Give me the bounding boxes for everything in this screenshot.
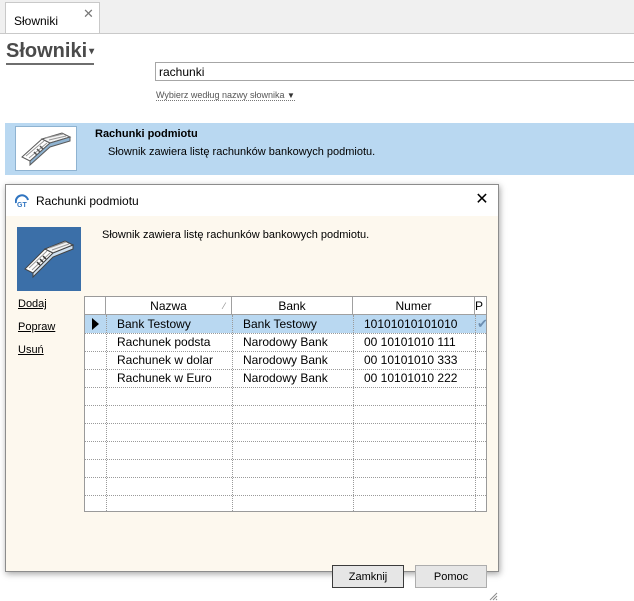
table-row[interactable]: Rachunek podsta Narodowy Bank 00 1010101… <box>85 333 486 351</box>
ledger-book-icon <box>17 227 81 291</box>
close-icon[interactable]: ✕ <box>469 188 495 212</box>
cell-bank: Narodowy Bank <box>243 371 328 385</box>
dialog-rachunki-podmiotu: GT Rachunki podmiotu ✕ Słownik zawiera l… <box>5 184 499 601</box>
cell-bank: Narodowy Bank <box>243 353 328 367</box>
search-mode-dropdown[interactable]: Wybierz według nazwy słownika ▼ <box>156 90 295 101</box>
grid-header-nazwa-label: Nazwa <box>150 299 187 313</box>
close-button[interactable]: Zamknij <box>332 565 404 588</box>
cell-bank: Bank Testowy <box>243 317 317 331</box>
edit-link[interactable]: Popraw <box>18 321 55 333</box>
chevron-down-icon: ▼ <box>287 91 295 100</box>
grid-line <box>85 495 486 496</box>
result-title: Rachunki podmiotu <box>95 128 198 140</box>
grid-line <box>85 477 486 478</box>
grid-line <box>85 387 486 388</box>
grid-line <box>353 315 354 511</box>
search-result-item[interactable]: Rachunki podmiotu Słownik zawiera listę … <box>5 123 634 175</box>
ledger-book-icon <box>15 126 77 171</box>
resize-grip-icon[interactable] <box>488 591 498 601</box>
search-mode-label: Wybierz według nazwy słownika <box>156 90 285 100</box>
dialog-description: Słownik zawiera listę rachunków bankowyc… <box>102 229 370 241</box>
result-description: Słownik zawiera listę rachunków bankowyc… <box>108 146 376 158</box>
search-input[interactable] <box>155 62 634 81</box>
page-title: Słowniki <box>6 40 88 62</box>
grid-line <box>232 315 233 511</box>
page-title-dropdown[interactable]: Słowniki ▾ <box>6 40 95 65</box>
row-pointer-icon <box>92 318 99 330</box>
grid-line <box>85 351 486 352</box>
dialog-body: Słownik zawiera listę rachunków bankowyc… <box>6 216 498 601</box>
grid-header-bank[interactable]: Bank <box>232 297 353 315</box>
cell-numer: 10101010101010 <box>364 317 458 331</box>
table-row[interactable]: Rachunek w dolar Narodowy Bank 00 101010… <box>85 351 486 369</box>
cell-numer: 00 10101010 222 <box>364 371 458 385</box>
dialog-titlebar[interactable]: GT Rachunki podmiotu ✕ <box>6 185 498 216</box>
help-button[interactable]: Pomoc <box>415 565 487 588</box>
table-row[interactable]: Rachunek w Euro Narodowy Bank 00 1010101… <box>85 369 486 387</box>
cell-nazwa: Rachunek w dolar <box>117 353 214 367</box>
table-row[interactable]: Bank Testowy Bank Testowy 10101010101010… <box>85 315 486 333</box>
grid-line <box>85 405 486 406</box>
cell-nazwa: Bank Testowy <box>117 317 191 331</box>
cell-numer: 00 10101010 111 <box>364 335 456 349</box>
grid-header-nazwa[interactable]: Nazwa ⁄ <box>106 297 232 315</box>
app-logo-icon: GT <box>15 194 29 208</box>
grid-line <box>475 315 476 511</box>
grid-line <box>85 459 486 460</box>
sort-icon: ⁄ <box>223 301 225 311</box>
grid-line <box>106 315 107 511</box>
cell-nazwa: Rachunek podsta <box>117 335 211 349</box>
grid-line <box>85 333 486 334</box>
svg-text:GT: GT <box>17 202 27 208</box>
grid-header-p[interactable]: P <box>475 297 486 315</box>
grid-header-indicator <box>85 297 106 315</box>
grid-line <box>85 441 486 442</box>
accounts-grid[interactable]: Nazwa ⁄ Bank Numer P Bank Testowy Bank T… <box>84 296 487 512</box>
grid-line <box>85 369 486 370</box>
cell-bank: Narodowy Bank <box>243 335 328 349</box>
check-icon: ✔ <box>477 316 487 331</box>
close-icon[interactable]: ✕ <box>83 6 94 22</box>
cell-nazwa: Rachunek w Euro <box>117 371 212 385</box>
tab-label: Słowniki <box>14 14 59 28</box>
tab-strip: Słowniki ✕ <box>0 0 634 34</box>
delete-link[interactable]: Usuń <box>18 344 44 356</box>
grid-header-numer[interactable]: Numer <box>353 297 475 315</box>
grid-line <box>85 423 486 424</box>
add-link[interactable]: Dodaj <box>18 298 47 310</box>
dialog-title: Rachunki podmiotu <box>36 194 139 208</box>
tab-slowniki[interactable]: Słowniki ✕ <box>5 2 100 33</box>
chevron-down-icon: ▾ <box>89 45 95 57</box>
cell-numer: 00 10101010 333 <box>364 353 458 367</box>
